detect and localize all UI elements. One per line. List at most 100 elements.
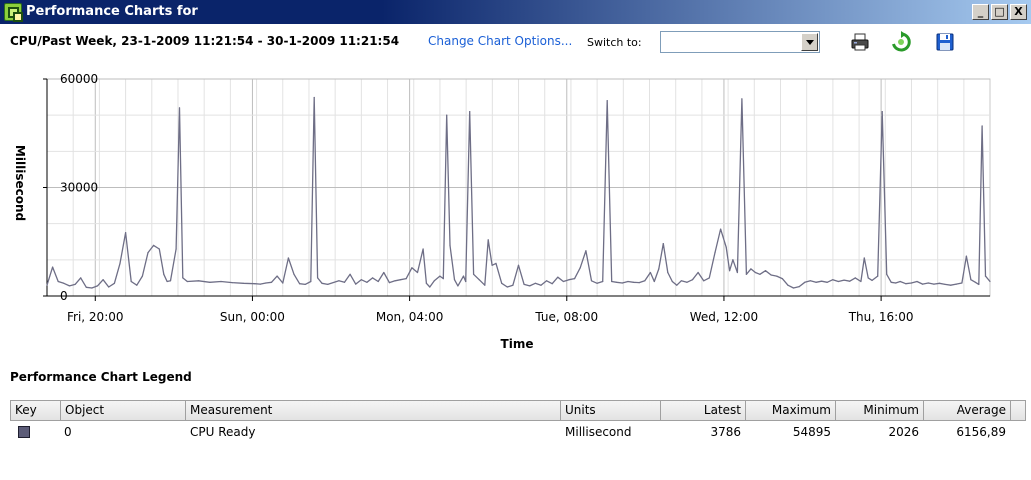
- data-point: [984, 275, 987, 277]
- data-point: [186, 280, 188, 283]
- data-point: [776, 275, 778, 277]
- column-header-key[interactable]: Key: [11, 401, 61, 420]
- data-point: [658, 268, 660, 270]
- data-point: [405, 278, 407, 280]
- column-header-latest[interactable]: Latest: [661, 401, 746, 420]
- column-header-minimum[interactable]: Minimum: [836, 401, 924, 420]
- print-icon[interactable]: [849, 31, 871, 53]
- data-point: [798, 286, 800, 288]
- data-point: [821, 280, 823, 282]
- data-point: [596, 282, 598, 284]
- chevron-down-icon[interactable]: [801, 33, 818, 51]
- data-point: [338, 280, 340, 282]
- data-point: [166, 280, 168, 283]
- data-point: [411, 267, 413, 269]
- data-point: [649, 271, 652, 274]
- data-point: [741, 98, 743, 100]
- data-point: [313, 96, 315, 99]
- data-point: [113, 282, 115, 284]
- data-point: [965, 255, 968, 257]
- data-point: [638, 282, 640, 284]
- data-point: [867, 277, 869, 279]
- cpu-ready-line-chart: 0 30000 60000 Fri, 20:00 Sun, 00:00 Mon, 04:…: [13, 72, 991, 351]
- legend-units: Millisecond: [565, 425, 632, 439]
- data-point: [854, 277, 856, 279]
- data-point: [606, 100, 608, 102]
- data-point: [691, 279, 694, 281]
- column-header-measurement[interactable]: Measurement: [186, 401, 561, 420]
- x-tick-label: Mon, 04:00: [376, 310, 444, 324]
- data-point: [899, 280, 901, 283]
- data-point: [506, 286, 508, 288]
- data-point: [74, 283, 76, 285]
- data-point: [449, 244, 451, 246]
- data-point: [68, 285, 71, 287]
- data-point: [843, 279, 845, 281]
- legend-title: Performance Chart Legend: [10, 370, 192, 384]
- data-point: [439, 275, 441, 277]
- data-point: [446, 114, 448, 116]
- close-button[interactable]: X: [1010, 4, 1027, 20]
- data-point: [602, 280, 604, 283]
- data-point: [546, 280, 548, 282]
- data-point: [495, 262, 497, 264]
- data-point: [433, 280, 435, 282]
- data-point: [826, 281, 828, 283]
- data-point: [944, 283, 946, 285]
- data-point: [562, 280, 565, 283]
- data-point: [611, 280, 613, 283]
- data-point: [633, 281, 635, 283]
- data-point: [804, 281, 806, 283]
- data-point: [781, 278, 783, 280]
- y-tick-label: 0: [60, 289, 68, 303]
- column-header-average[interactable]: Average: [924, 401, 1011, 420]
- data-point: [178, 107, 181, 109]
- data-point: [708, 277, 710, 279]
- data-point: [425, 282, 427, 284]
- switch-to-select[interactable]: [660, 31, 820, 53]
- data-point: [627, 280, 629, 283]
- data-point: [585, 250, 587, 252]
- data-point: [270, 281, 273, 283]
- data-point: [321, 282, 323, 284]
- data-point: [574, 278, 576, 280]
- maximize-button[interactable]: □: [991, 4, 1008, 20]
- data-point: [881, 111, 883, 113]
- column-header-units[interactable]: Units: [561, 401, 661, 420]
- data-point: [141, 275, 143, 277]
- data-point: [616, 281, 618, 283]
- column-header-maximum[interactable]: Maximum: [746, 401, 836, 420]
- data-point: [169, 280, 172, 282]
- save-icon[interactable]: [934, 31, 956, 53]
- data-point: [764, 270, 767, 272]
- change-chart-options-link[interactable]: Change Chart Options...: [428, 34, 572, 48]
- legend-row[interactable]: 0 CPU Ready Millisecond 3786 54895 2026 …: [10, 421, 1026, 443]
- data-point: [259, 283, 261, 285]
- data-point: [714, 252, 716, 254]
- data-point: [119, 262, 121, 264]
- data-point: [469, 111, 471, 113]
- x-tick-label: Fri, 20:00: [67, 310, 124, 324]
- refresh-icon[interactable]: [890, 31, 912, 53]
- data-point: [453, 279, 456, 281]
- data-point: [955, 283, 957, 285]
- data-point: [590, 280, 593, 282]
- data-point: [429, 286, 431, 288]
- data-point: [989, 280, 991, 283]
- data-point: [759, 273, 761, 275]
- data-point: [832, 279, 834, 281]
- legend-measurement: CPU Ready: [190, 425, 256, 439]
- data-point: [198, 280, 200, 282]
- data-point: [890, 281, 892, 283]
- data-point: [551, 283, 553, 285]
- data-point: [372, 277, 374, 279]
- data-point: [916, 280, 918, 283]
- x-tick-label: Thu, 16:00: [848, 310, 914, 324]
- chart-subtitle: CPU/Past Week, 23-1-2009 11:21:54 - 30-1…: [10, 34, 400, 48]
- legend-latest: 3786: [710, 425, 741, 439]
- data-point: [974, 281, 977, 283]
- minimize-button[interactable]: _: [972, 4, 989, 20]
- data-point: [981, 125, 983, 127]
- column-header-object[interactable]: Object: [61, 401, 186, 420]
- x-tick-label: Tue, 08:00: [534, 310, 598, 324]
